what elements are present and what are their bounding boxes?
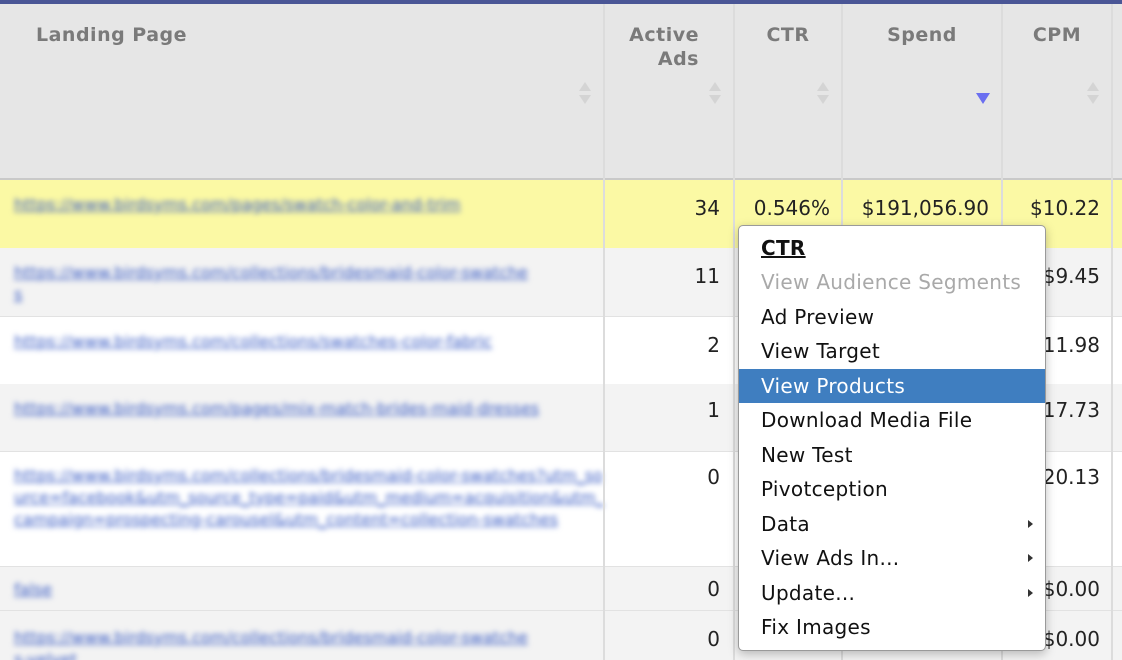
sort-icon[interactable] bbox=[709, 82, 721, 106]
landing-page-link[interactable]: https://www.birdsyms.com/pages/swatch-co… bbox=[14, 194, 544, 216]
ctr-value: 0.546% bbox=[753, 196, 830, 220]
landing-page-link[interactable]: https://www.birdsyms.com/collections/swa… bbox=[14, 331, 534, 353]
column-header-ctr[interactable]: CTR bbox=[735, 4, 841, 178]
column-divider bbox=[733, 4, 735, 660]
submenu-arrow-icon bbox=[1028, 589, 1033, 597]
column-header-label: CTR bbox=[766, 24, 810, 46]
menu-item-view-ads-in[interactable]: View Ads In... bbox=[739, 541, 1045, 575]
column-header-active-ads[interactable]: Active Ads bbox=[605, 4, 733, 178]
active-ads-value: 34 bbox=[694, 196, 720, 220]
menu-item-view-products[interactable]: View Products bbox=[739, 369, 1045, 403]
sort-icon[interactable] bbox=[1087, 82, 1099, 106]
landing-page-link[interactable]: false bbox=[14, 579, 114, 601]
menu-item-download-media-file[interactable]: Download Media File bbox=[739, 403, 1045, 437]
active-ads-value: 1 bbox=[707, 398, 720, 422]
menu-item-ad-preview[interactable]: Ad Preview bbox=[739, 300, 1045, 334]
active-ads-value: 11 bbox=[694, 264, 720, 288]
menu-item-view-audience-segments: View Audience Segments bbox=[761, 270, 1022, 294]
landing-page-link[interactable]: https://www.birdsyms.com/collections/bri… bbox=[14, 465, 604, 531]
menu-item-data[interactable]: Data bbox=[739, 507, 1045, 541]
context-menu-title: CTR bbox=[761, 236, 806, 260]
cpm-value: $9.45 bbox=[1042, 264, 1100, 288]
table-header: Landing Page Active Ads CTR Spend CPM bbox=[0, 4, 1122, 180]
sort-icon[interactable] bbox=[579, 82, 591, 106]
column-header-label: Spend bbox=[887, 24, 957, 46]
menu-item-new-test[interactable]: New Test bbox=[739, 438, 1045, 472]
cpm-value: $0.00 bbox=[1042, 577, 1100, 601]
landing-page-link[interactable]: https://www.birdsyms.com/pages/mix-match… bbox=[14, 398, 554, 420]
submenu-arrow-icon bbox=[1028, 520, 1033, 528]
menu-item-label: Data bbox=[761, 512, 810, 536]
column-divider bbox=[1111, 4, 1113, 660]
context-menu: CTR View Audience Segments Ad Preview Vi… bbox=[738, 225, 1046, 651]
sort-icon[interactable] bbox=[817, 82, 829, 106]
menu-item-update[interactable]: Update... bbox=[739, 576, 1045, 610]
column-header-spend[interactable]: Spend bbox=[843, 4, 1001, 178]
column-header-label-line2: Ads bbox=[657, 48, 699, 70]
menu-item-label: Update... bbox=[761, 581, 856, 605]
active-ads-value: 2 bbox=[707, 333, 720, 357]
column-header-label-line1: Active bbox=[629, 24, 699, 46]
column-divider bbox=[603, 4, 605, 660]
active-ads-value: 0 bbox=[707, 627, 720, 651]
active-ads-value: 0 bbox=[707, 577, 720, 601]
column-header-label: Landing Page bbox=[36, 24, 188, 46]
sort-descending-icon[interactable] bbox=[976, 93, 990, 104]
column-header-label: CPM bbox=[1032, 24, 1082, 46]
menu-item-view-target[interactable]: View Target bbox=[739, 334, 1045, 368]
cpm-value: 17.73 bbox=[1042, 398, 1100, 422]
column-header-cpm[interactable]: CPM bbox=[1003, 4, 1111, 178]
menu-item-label: View Ads In... bbox=[761, 546, 900, 570]
landing-page-link[interactable]: https://www.birdsyms.com/collections/bri… bbox=[14, 627, 534, 660]
submenu-arrow-icon bbox=[1028, 554, 1033, 562]
cpm-value: 11.98 bbox=[1042, 333, 1100, 357]
menu-item-fix-images[interactable]: Fix Images bbox=[739, 610, 1045, 644]
cpm-value: $0.00 bbox=[1042, 627, 1100, 651]
menu-item-pivotception[interactable]: Pivotception bbox=[739, 472, 1045, 506]
landing-page-link[interactable]: https://www.birdsyms.com/collections/bri… bbox=[14, 262, 534, 306]
active-ads-value: 0 bbox=[707, 465, 720, 489]
cpm-value: 20.13 bbox=[1042, 465, 1100, 489]
cpm-value: $10.22 bbox=[1030, 196, 1100, 220]
spend-value: $191,056.90 bbox=[861, 196, 989, 220]
column-header-landing-page[interactable]: Landing Page bbox=[0, 4, 603, 178]
